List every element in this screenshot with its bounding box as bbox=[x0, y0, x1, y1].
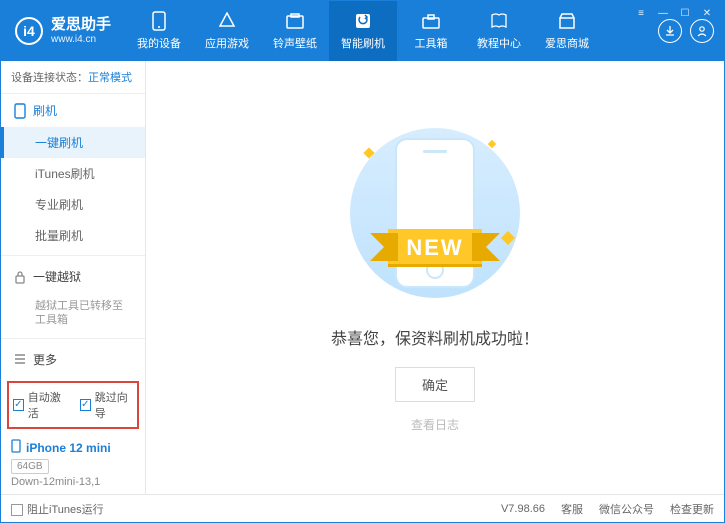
book-icon bbox=[489, 11, 509, 31]
nav-apps[interactable]: 应用游戏 bbox=[193, 1, 261, 61]
options-box: ✓ 自动激活 ✓ 跳过向导 bbox=[7, 381, 139, 429]
device-name: iPhone 12 mini bbox=[26, 441, 111, 455]
nav-flash[interactable]: 智能刷机 bbox=[329, 1, 397, 61]
header: i4 爱思助手 www.i4.cn 我的设备 应用游戏 铃声壁纸 智能刷机 bbox=[1, 1, 724, 61]
store-icon bbox=[557, 11, 577, 31]
view-log-link[interactable]: 查看日志 bbox=[411, 416, 459, 433]
phone-icon bbox=[13, 104, 27, 118]
checkbox-block-itunes[interactable]: 阻止iTunes运行 bbox=[11, 501, 104, 517]
storage-badge: 64GB bbox=[11, 459, 49, 474]
sidebar-header-label: 刷机 bbox=[33, 102, 57, 119]
new-ribbon: NEW bbox=[388, 229, 481, 267]
nav-my-device[interactable]: 我的设备 bbox=[125, 1, 193, 61]
menu-icon[interactable]: ≡ bbox=[634, 7, 648, 19]
checkbox-icon bbox=[11, 504, 23, 516]
sidebar: 设备连接状态：正常模式 刷机 一键刷机 iTunes刷机 专业刷机 批量刷机 bbox=[1, 61, 146, 494]
main-content: NEW 恭喜您，保资料刷机成功啦！ 确定 查看日志 bbox=[146, 61, 724, 494]
checkbox-skip-guide[interactable]: ✓ 跳过向导 bbox=[80, 389, 133, 421]
footer: 阻止iTunes运行 V7.98.66 客服 微信公众号 检查更新 bbox=[1, 494, 724, 522]
account-button[interactable] bbox=[690, 19, 714, 43]
sidebar-item-pro-flash[interactable]: 专业刷机 bbox=[1, 189, 145, 220]
media-icon bbox=[285, 11, 305, 31]
brand-name: 爱思助手 bbox=[51, 16, 111, 34]
list-icon bbox=[13, 352, 27, 366]
checkbox-auto-activate[interactable]: ✓ 自动激活 bbox=[13, 389, 66, 421]
footer-link-update[interactable]: 检查更新 bbox=[670, 501, 714, 517]
body: 设备连接状态：正常模式 刷机 一键刷机 iTunes刷机 专业刷机 批量刷机 bbox=[1, 61, 724, 494]
download-button[interactable] bbox=[658, 19, 682, 43]
version-label: V7.98.66 bbox=[501, 503, 545, 515]
sidebar-item-itunes-flash[interactable]: iTunes刷机 bbox=[1, 158, 145, 189]
nav-media[interactable]: 铃声壁纸 bbox=[261, 1, 329, 61]
jailbreak-note: 越狱工具已转移至 工具箱 bbox=[1, 293, 145, 334]
footer-link-support[interactable]: 客服 bbox=[561, 501, 583, 517]
logo: i4 爱思助手 www.i4.cn bbox=[1, 1, 125, 61]
sidebar-item-batch-flash[interactable]: 批量刷机 bbox=[1, 220, 145, 251]
brand-url: www.i4.cn bbox=[51, 34, 111, 46]
close-icon[interactable]: ✕ bbox=[700, 7, 714, 19]
sidebar-group-flash: 刷机 一键刷机 iTunes刷机 专业刷机 批量刷机 bbox=[1, 94, 145, 251]
footer-link-wechat[interactable]: 微信公众号 bbox=[599, 501, 654, 517]
nav-toolbox[interactable]: 工具箱 bbox=[397, 1, 465, 61]
nav-store[interactable]: 爱思商城 bbox=[533, 1, 601, 61]
checkmark-icon: ✓ bbox=[80, 399, 91, 411]
sidebar-item-oneclick-flash[interactable]: 一键刷机 bbox=[1, 127, 145, 158]
maximize-icon[interactable]: ☐ bbox=[678, 7, 692, 19]
nav-tutorial[interactable]: 教程中心 bbox=[465, 1, 533, 61]
top-nav: 我的设备 应用游戏 铃声壁纸 智能刷机 工具箱 教程中心 bbox=[125, 1, 648, 61]
nav-label: 工具箱 bbox=[415, 35, 448, 51]
sidebar-header-label: 一键越狱 bbox=[33, 268, 81, 285]
connection-status: 设备连接状态：正常模式 bbox=[1, 61, 145, 94]
device-sub: Down-12mini-13,1 bbox=[11, 476, 135, 488]
toolbox-icon bbox=[421, 11, 441, 31]
phone-icon bbox=[149, 11, 169, 31]
ok-button[interactable]: 确定 bbox=[395, 367, 475, 402]
sidebar-item-other-tools[interactable]: 其他工具 bbox=[1, 376, 145, 377]
sidebar-header-flash[interactable]: 刷机 bbox=[1, 94, 145, 127]
logo-icon: i4 bbox=[15, 17, 43, 45]
nav-label: 智能刷机 bbox=[341, 35, 385, 51]
nav-label: 我的设备 bbox=[137, 35, 181, 51]
flash-icon bbox=[353, 11, 373, 31]
status-value: 正常模式 bbox=[88, 72, 132, 84]
sidebar-group-jailbreak: 一键越狱 越狱工具已转移至 工具箱 bbox=[1, 260, 145, 334]
sidebar-header-jailbreak[interactable]: 一键越狱 bbox=[1, 260, 145, 293]
checkbox-label: 阻止iTunes运行 bbox=[27, 504, 104, 516]
checkbox-label: 跳过向导 bbox=[95, 389, 133, 421]
header-right: ≡ — ☐ ✕ bbox=[648, 1, 724, 61]
lock-icon bbox=[13, 270, 27, 284]
checkbox-label: 自动激活 bbox=[28, 389, 66, 421]
status-label: 设备连接状态： bbox=[11, 72, 88, 84]
success-illustration: NEW bbox=[335, 123, 535, 303]
device-info[interactable]: iPhone 12 mini 64GB Down-12mini-13,1 bbox=[1, 433, 145, 494]
nav-label: 应用游戏 bbox=[205, 35, 249, 51]
sidebar-header-more[interactable]: 更多 bbox=[1, 343, 145, 376]
nav-label: 爱思商城 bbox=[545, 35, 589, 51]
checkmark-icon: ✓ bbox=[13, 399, 24, 411]
nav-label: 铃声壁纸 bbox=[273, 35, 317, 51]
sidebar-group-more: 更多 其他工具 下载固件 高级功能 bbox=[1, 343, 145, 377]
success-message: 恭喜您，保资料刷机成功啦！ bbox=[331, 325, 539, 349]
app-window: i4 爱思助手 www.i4.cn 我的设备 应用游戏 铃声壁纸 智能刷机 bbox=[0, 0, 725, 523]
nav-label: 教程中心 bbox=[477, 35, 521, 51]
sidebar-header-label: 更多 bbox=[33, 351, 57, 368]
minimize-icon[interactable]: — bbox=[656, 7, 670, 19]
phone-icon bbox=[11, 439, 21, 456]
apps-icon bbox=[217, 11, 237, 31]
